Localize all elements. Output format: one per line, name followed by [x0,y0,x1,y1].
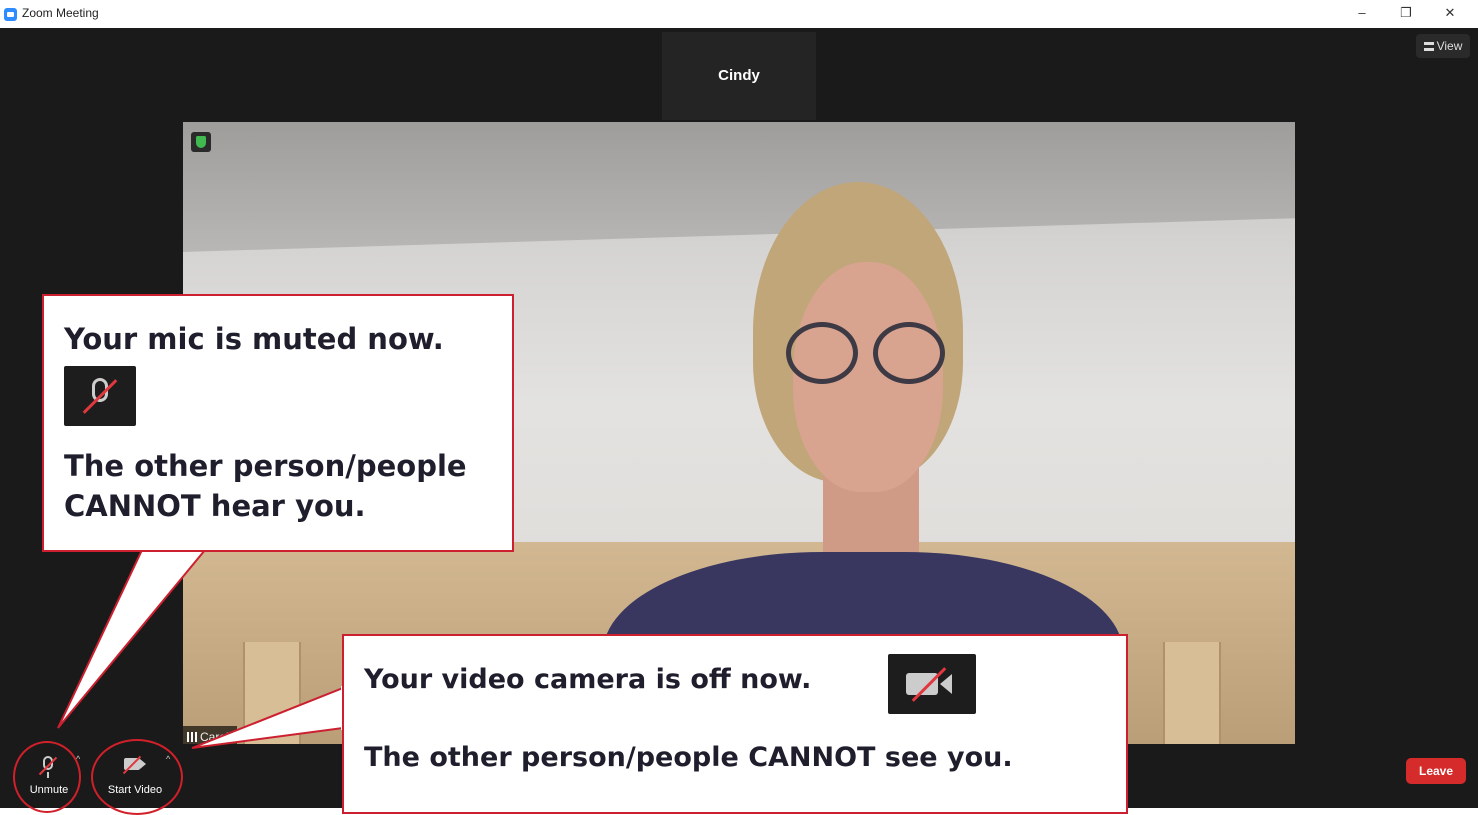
zoom-app-icon [4,8,17,21]
close-button[interactable]: ✕ [1430,2,1470,24]
glasses-right [873,322,945,384]
big-camera-lens [940,674,952,694]
headboard-slat [1163,642,1221,748]
video-callout-line2: The other person/people CANNOT see you. [364,742,1013,773]
leave-button[interactable]: Leave [1406,758,1466,784]
view-label: View [1436,39,1463,53]
glasses-left [786,322,858,384]
mic-callout-line1: Your mic is muted now. [64,322,444,356]
view-button[interactable]: View [1416,34,1470,58]
mic-callout-line2: The other person/people CANNOT hear you. [64,449,467,523]
video-off-icon [888,654,976,714]
restore-button[interactable]: ❐ [1386,2,1426,24]
video-callout: Your video camera is off now. The other … [342,634,1128,814]
window-title-bar: Zoom Meeting – ❐ ✕ [0,0,1478,29]
grid-view-icon [1423,42,1434,51]
unmute-highlight-ring [13,741,81,813]
shield-check-icon[interactable] [191,132,211,152]
participant-thumbnail[interactable]: Cindy [662,32,816,120]
video-callout-line1: Your video camera is off now. [364,664,812,695]
participant-name: Cindy [718,67,760,84]
muted-mic-icon [64,366,136,426]
headboard-slat [243,642,301,748]
name-tag-label: Caroli [200,730,232,744]
signal-bars-icon [187,732,197,742]
mic-callout: Your mic is muted now. The other person/… [42,294,514,552]
minimize-button[interactable]: – [1342,2,1382,24]
start-video-highlight-ring [91,739,183,815]
window-title: Zoom Meeting [22,6,99,20]
